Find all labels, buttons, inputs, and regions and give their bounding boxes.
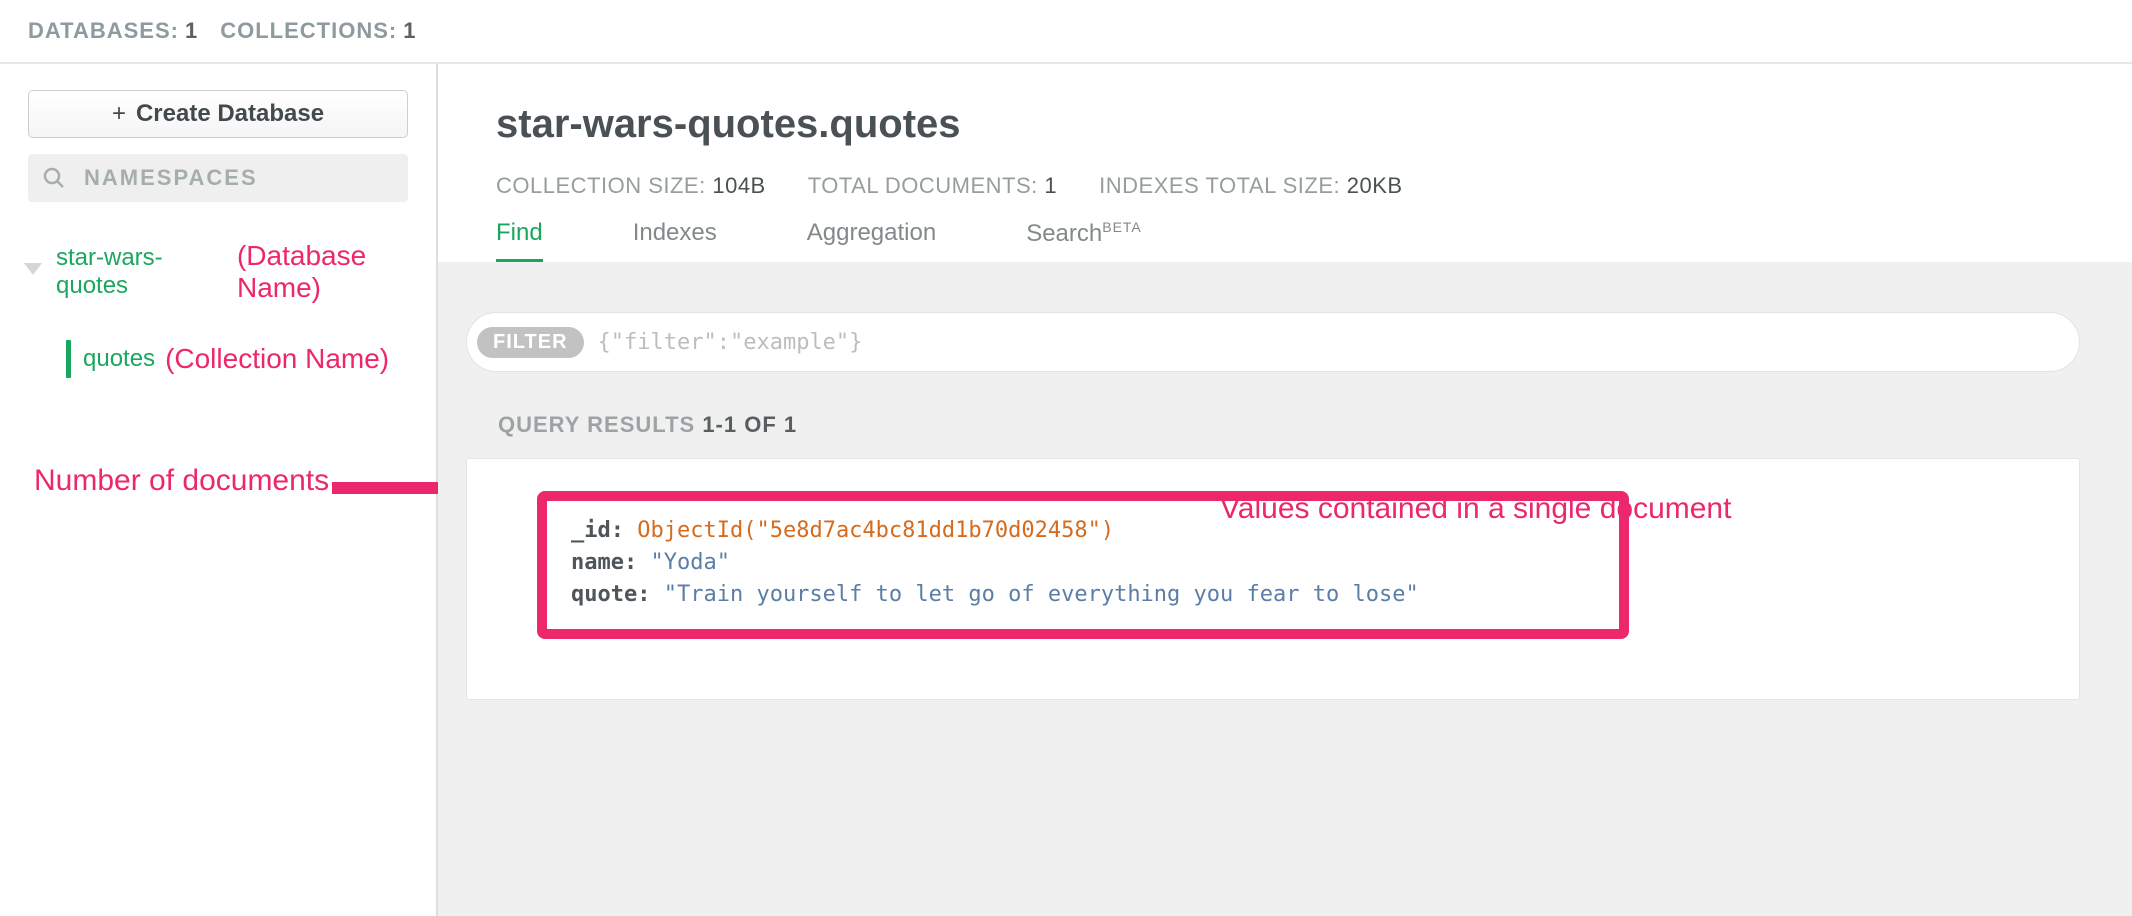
- tab-bar: Find Indexes Aggregation SearchBETA: [496, 219, 2074, 262]
- total-documents-value: 1: [1044, 173, 1057, 198]
- sidebar: + Create Database NAMESPACES star-wars-q…: [0, 64, 438, 916]
- chevron-down-icon[interactable]: [24, 263, 42, 282]
- filter-badge: FILTER: [477, 327, 584, 358]
- namespaces-search[interactable]: NAMESPACES: [28, 154, 408, 202]
- annotation-database-name: (Database Name): [237, 240, 436, 304]
- plus-icon: +: [112, 100, 126, 128]
- doc-field-key-id: _id: [571, 518, 611, 543]
- top-status-bar: DATABASES: 1 COLLECTIONS: 1: [0, 0, 2132, 64]
- search-icon: [42, 166, 66, 190]
- collection-size-value: 104B: [712, 173, 765, 198]
- database-item[interactable]: star-wars-quotes: [56, 244, 217, 300]
- tab-find[interactable]: Find: [496, 219, 543, 262]
- indexes-size-value: 20KB: [1347, 173, 1403, 198]
- filter-placeholder: {"filter":"example"}: [598, 330, 863, 355]
- doc-field-value-name: "Yoda": [650, 550, 729, 575]
- filter-input[interactable]: FILTER {"filter":"example"}: [466, 312, 2080, 372]
- create-database-button[interactable]: + Create Database: [28, 90, 408, 138]
- collection-title: star-wars-quotes.quotes: [496, 102, 2074, 147]
- collection-size-label: COLLECTION SIZE:: [496, 173, 706, 198]
- databases-label: DATABASES:: [28, 18, 179, 44]
- collection-item[interactable]: quotes: [83, 345, 155, 373]
- main-panel: star-wars-quotes.quotes COLLECTION SIZE:…: [438, 64, 2132, 916]
- collections-count: 1: [403, 18, 416, 44]
- doc-field-value-id: ObjectId("5e8d7ac4bc81dd1b70d02458"): [637, 518, 1114, 543]
- doc-field-key-name: name: [571, 550, 624, 575]
- beta-badge: BETA: [1102, 219, 1142, 235]
- annotation-collection-name: (Collection Name): [165, 343, 389, 375]
- tab-aggregation[interactable]: Aggregation: [807, 219, 936, 262]
- query-results-range: 1-1 OF 1: [702, 412, 797, 437]
- annotation-values-in-doc: Values contained in a single document: [1220, 492, 1731, 526]
- collections-label: COLLECTIONS:: [220, 18, 397, 44]
- annotation-number-of-documents: Number of documents: [34, 464, 329, 498]
- doc-field-key-quote: quote: [571, 582, 637, 607]
- create-database-label: Create Database: [136, 100, 324, 128]
- namespaces-label: NAMESPACES: [84, 165, 258, 191]
- indexes-size-label: INDEXES TOTAL SIZE:: [1099, 173, 1340, 198]
- databases-count: 1: [185, 18, 198, 44]
- collection-stats: COLLECTION SIZE: 104B TOTAL DOCUMENTS: 1…: [496, 173, 2074, 199]
- active-collection-marker: [66, 340, 71, 378]
- total-documents-label: TOTAL DOCUMENTS:: [808, 173, 1038, 198]
- tab-search[interactable]: SearchBETA: [1026, 219, 1142, 262]
- query-results-label: QUERY RESULTS 1-1 OF 1: [466, 412, 2080, 438]
- doc-field-value-quote: "Train yourself to let go of everything …: [664, 582, 1419, 607]
- tab-indexes[interactable]: Indexes: [633, 219, 717, 262]
